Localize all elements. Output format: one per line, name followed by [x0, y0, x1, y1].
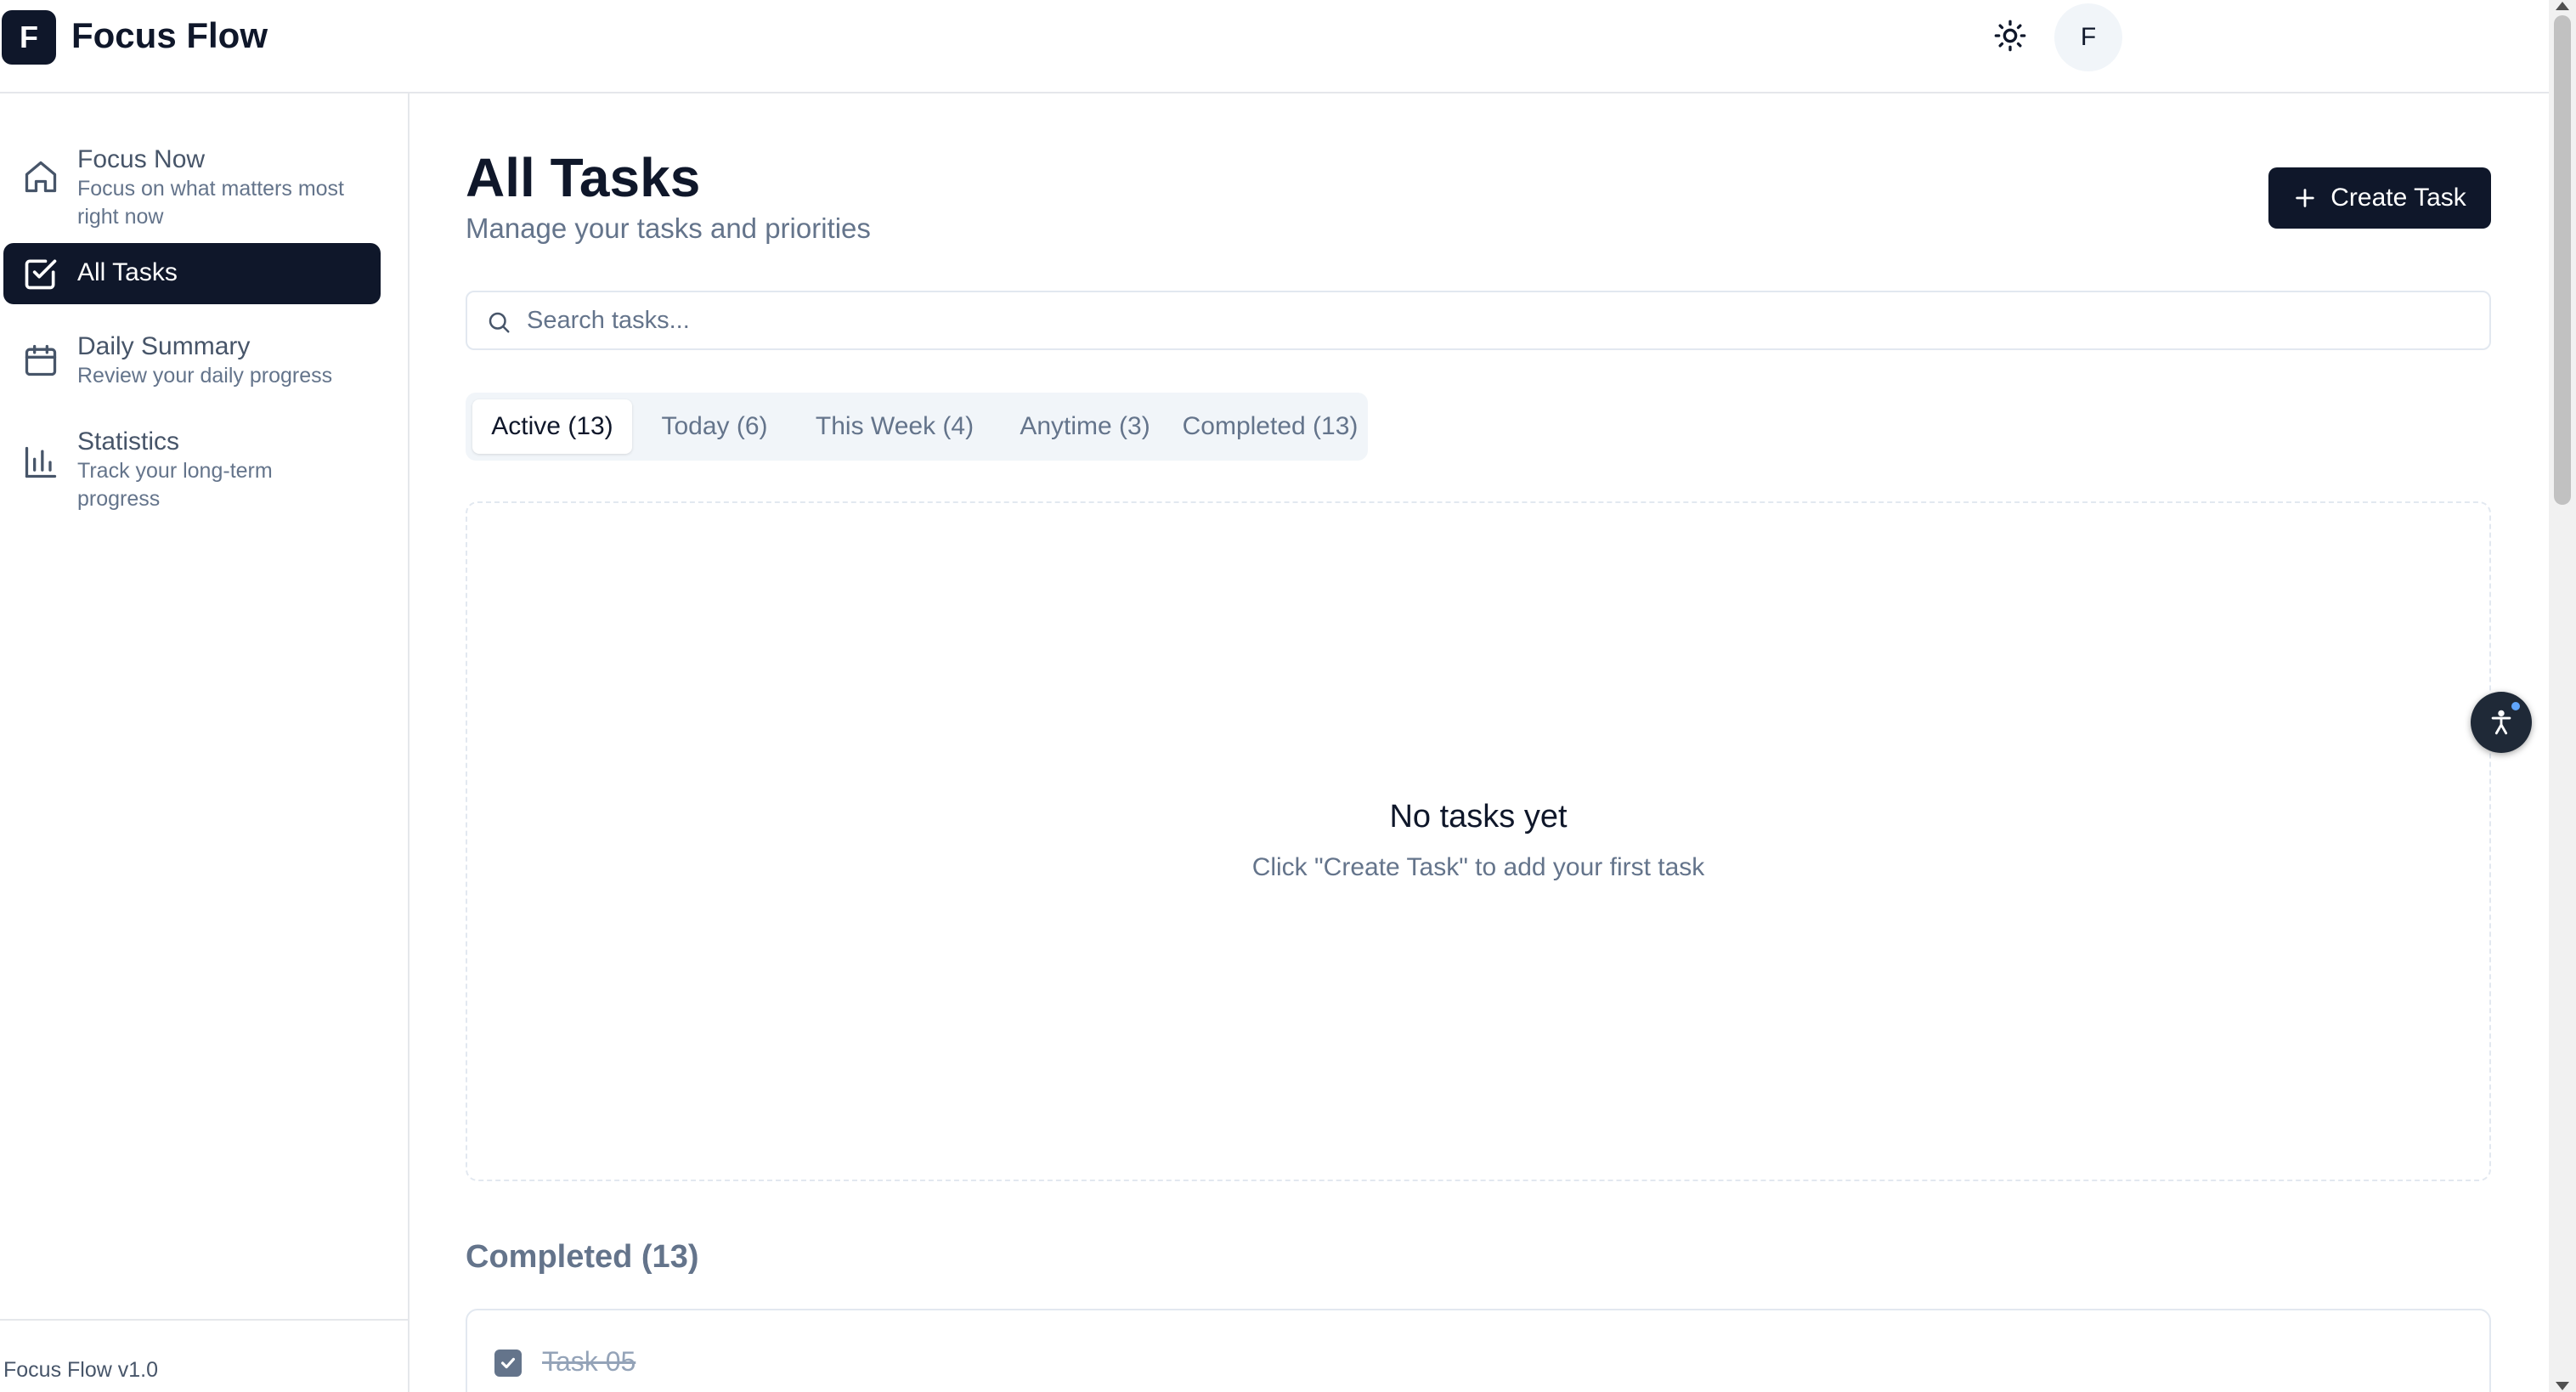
task-name: Task 05 [542, 1346, 636, 1377]
version-label: Focus Flow v1.0 [3, 1358, 159, 1382]
sidebar-item-description: Review your daily progress [77, 364, 333, 388]
tab-this-week[interactable]: This Week (4) [797, 399, 992, 454]
theme-toggle-button[interactable] [1985, 10, 2036, 61]
search-input[interactable] [527, 299, 2472, 342]
tab-active[interactable]: Active (13) [472, 399, 632, 454]
sidebar-item-daily-summary[interactable]: Daily Summary Review your daily progress [3, 320, 381, 401]
sidebar-item-label: Daily Summary [77, 332, 251, 360]
sidebar-item-label: Focus Now [77, 145, 206, 173]
scroll-thumb[interactable] [2554, 15, 2571, 505]
sidebar-item-label: All Tasks [77, 258, 178, 286]
empty-state-title: No tasks yet [1389, 799, 1568, 835]
notification-dot [2511, 702, 2520, 710]
check-square-icon [25, 259, 57, 290]
tab-today[interactable]: Today (6) [636, 399, 794, 454]
check-icon [500, 1357, 516, 1369]
page-title: All Tasks [466, 147, 701, 208]
sidebar-item-all-tasks[interactable]: All Tasks [3, 243, 381, 304]
app-logo: F [2, 10, 56, 65]
tab-completed[interactable]: Completed (13) [1178, 399, 1363, 454]
sun-icon [1994, 20, 2026, 52]
empty-state-description: Click "Create Task" to add your first ta… [1251, 853, 1705, 881]
calendar-icon [25, 344, 57, 376]
accessibility-button[interactable] [2471, 692, 2532, 753]
sidebar-item-description: Focus on what matters most right now [77, 177, 345, 229]
app-title: Focus Flow [71, 15, 268, 55]
create-task-button[interactable]: Create Task [2268, 167, 2491, 229]
top-header: F Focus Flow F [0, 0, 2549, 93]
sidebar-item-label: Statistics [77, 427, 180, 456]
task-checkbox[interactable] [494, 1350, 522, 1377]
accessibility-icon [2491, 710, 2511, 735]
sidebar: Focus Now Focus on what matters most rig… [0, 93, 410, 1392]
page-subtitle: Manage your tasks and priorities [466, 212, 871, 244]
scroll-down-arrow-icon[interactable] [2556, 1382, 2569, 1390]
completed-section-heading: Completed (13) [466, 1239, 699, 1275]
completed-task-row[interactable]: Task 05 [466, 1309, 2491, 1392]
sidebar-item-statistics[interactable]: Statistics Track your long-term progress [3, 415, 381, 511]
search-icon [489, 312, 510, 333]
create-task-label: Create Task [2330, 184, 2466, 212]
scroll-up-arrow-icon[interactable] [2556, 2, 2569, 10]
plus-icon [2296, 189, 2314, 207]
task-filter-tabs: Active (13) Today (6) This Week (4) Anyt… [466, 393, 1368, 461]
sidebar-item-description: Track your long-term progress [77, 459, 273, 511]
sidebar-footer: Focus Flow v1.0 [0, 1319, 410, 1392]
empty-state: No tasks yet Click "Create Task" to add … [466, 501, 2491, 1181]
tab-anytime[interactable]: Anytime (3) [996, 399, 1174, 454]
user-avatar[interactable]: F [2054, 3, 2122, 71]
bar-chart-icon [25, 446, 57, 478]
page-scrollbar[interactable] [2549, 0, 2576, 1392]
app-root: F Focus Flow F Focus Now Focus on what m… [0, 0, 2549, 1392]
sidebar-item-focus-now[interactable]: Focus Now Focus on what matters most rig… [3, 133, 381, 229]
home-icon [25, 161, 57, 193]
search-box [466, 291, 2491, 350]
